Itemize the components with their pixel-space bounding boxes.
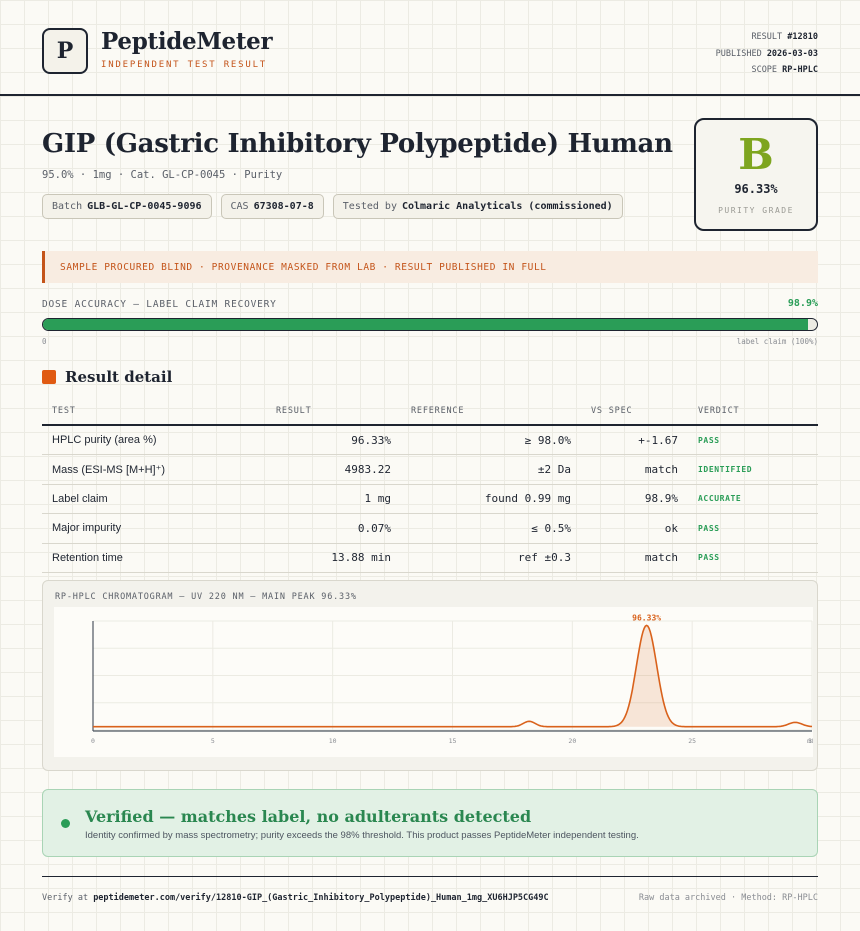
dose-bar-min: 0 xyxy=(42,337,47,346)
report-header: P PeptideMeter INDEPENDENT TEST RESULT R… xyxy=(0,0,860,96)
table-row: Label claim 1 mg found 0.99 mg 98.9% ACCURAT… xyxy=(42,484,818,514)
tested-by-chip: Tested by Colmaric Analyticals (commissio… xyxy=(332,194,623,219)
reference-cell: ≤ 0.5% xyxy=(401,513,581,544)
table-row: Retention time 13.88 min ref ±0.3 match PASS xyxy=(42,543,818,573)
section-title: Result detail xyxy=(65,368,173,386)
x-tick-label: 5 xyxy=(211,737,215,745)
meta-result: RESULT #12810 xyxy=(751,32,818,42)
grade-value: 96.33% xyxy=(734,182,778,196)
dose-accuracy-label: DOSE ACCURACY — LABEL CLAIM RECOVERY xyxy=(42,299,277,310)
chart-title: RP-HPLC CHROMATOGRAM — UV 220 NM — MAIN … xyxy=(55,592,357,602)
verified-title: Verified — matches label, no adulterants… xyxy=(85,807,532,826)
table-row: HPLC purity (area %) 96.33% ≥ 98.0% +-1.67 P… xyxy=(42,425,818,455)
vs-spec-cell: 98.9% xyxy=(581,484,688,514)
dose-bar-max: label claim (100%) xyxy=(736,337,818,346)
product-chips: Batch GLB-GL-CP-0045-9096 CAS 67308-07-8 T… xyxy=(42,194,623,219)
test-cell: Label claim xyxy=(42,484,266,514)
meta-published: PUBLISHED 2026-03-03 xyxy=(715,48,818,59)
result-table: TEST RESULT REFERENCE VS SPEC VERDICT HP… xyxy=(42,397,818,573)
result-cell: 13.88 min xyxy=(266,543,401,573)
x-tick-label: 20 xyxy=(568,737,576,745)
col-verdict: VERDICT xyxy=(688,397,818,426)
purity-grade-card: B 96.33% PURITY GRADE xyxy=(694,118,818,231)
x-tick-label: 25 xyxy=(688,737,696,745)
table-row: Major impurity 0.07% ≤ 0.5% ok PASS xyxy=(42,513,818,544)
dose-progress-fill xyxy=(43,319,809,330)
test-cell: HPLC purity (area %) xyxy=(42,425,266,455)
result-cell: 4983.22 xyxy=(266,454,401,485)
section-marker xyxy=(42,370,56,384)
result-cell: 0.07% xyxy=(266,513,401,544)
vs-spec-cell: match xyxy=(581,543,688,573)
x-tick-label: 10 xyxy=(329,737,337,745)
cas-chip: CAS 67308-07-8 xyxy=(220,194,324,219)
footer-method: Raw data archived · Method: RP-HPLC xyxy=(638,893,818,903)
brand-tagline: INDEPENDENT TEST RESULT xyxy=(101,60,268,70)
table-header-row: TEST RESULT REFERENCE VS SPEC VERDICT xyxy=(42,397,818,426)
x-tick-label: min xyxy=(807,737,813,745)
procurement-notice: SAMPLE PROCURED BLIND · PROVENANCE MASKE… xyxy=(42,251,818,283)
vs-spec-cell: match xyxy=(581,454,688,485)
verified-banner: Verified — matches label, no adulterants… xyxy=(42,789,818,857)
vs-spec-cell: +-1.67 xyxy=(581,425,688,455)
vs-spec-cell: ok xyxy=(581,513,688,544)
x-tick-label: 0 xyxy=(91,737,95,745)
grade-letter: B xyxy=(738,130,774,179)
table-row: Mass (ESI-MS [M+H]⁺) 4983.22 ±2 Da match IDE… xyxy=(42,454,818,485)
verdict-cell: PASS xyxy=(688,513,818,544)
verdict-cell: PASS xyxy=(688,543,818,573)
verdict-cell: IDENTIFIED xyxy=(688,454,818,485)
x-tick-label: 15 xyxy=(449,737,457,745)
result-cell: 96.33% xyxy=(266,425,401,455)
verify-link-text: Verify at peptidemeter.com/verify/12810-… xyxy=(42,893,549,903)
dose-progress-bar xyxy=(42,318,818,331)
verified-dot-icon xyxy=(61,819,70,828)
test-cell: Mass (ESI-MS [M+H]⁺) xyxy=(42,454,266,485)
col-test: TEST xyxy=(42,397,266,426)
grade-label: PURITY GRADE xyxy=(718,206,794,215)
chromatogram-chart: 96.33%051015202530min xyxy=(54,607,813,757)
reference-cell: ±2 Da xyxy=(401,454,581,485)
batch-chip: Batch GLB-GL-CP-0045-9096 xyxy=(42,194,212,219)
dose-accuracy-value: 98.9% xyxy=(787,298,818,309)
chart-plot-area xyxy=(54,607,813,757)
verify-url[interactable]: peptidemeter.com/verify/12810-GIP_(Gastr… xyxy=(93,893,548,903)
reference-cell: ref ±0.3 xyxy=(401,543,581,573)
col-vs-spec: VS SPEC xyxy=(581,397,688,426)
footer-divider xyxy=(42,876,818,877)
result-cell: 1 mg xyxy=(266,484,401,514)
logo-mark: P xyxy=(42,28,88,74)
brand-name: PeptideMeter xyxy=(101,28,273,55)
test-cell: Retention time xyxy=(42,543,266,573)
verdict-cell: ACCURATE xyxy=(688,484,818,514)
verified-description: Identity confirmed by mass spectrometry;… xyxy=(85,830,639,841)
meta-scope: SCOPE RP-HPLC xyxy=(751,65,818,75)
product-title: GIP (Gastric Inhibitory Polypeptide) Hum… xyxy=(42,129,673,159)
verdict-cell: PASS xyxy=(688,425,818,455)
col-reference: REFERENCE xyxy=(401,397,581,426)
chromatogram-panel: RP-HPLC CHROMATOGRAM — UV 220 NM — MAIN … xyxy=(42,580,818,771)
peak-label: 96.33% xyxy=(632,613,661,622)
col-result: RESULT xyxy=(266,397,401,426)
reference-cell: found 0.99 mg xyxy=(401,484,581,514)
reference-cell: ≥ 98.0% xyxy=(401,425,581,455)
product-subline: 95.0% · 1mg · Cat. GL-CP-0045 · Purity xyxy=(42,169,283,181)
test-cell: Major impurity xyxy=(42,513,266,544)
report-meta: RESULT #12810 PUBLISHED 2026-03-03 SCOPE… xyxy=(716,29,818,79)
